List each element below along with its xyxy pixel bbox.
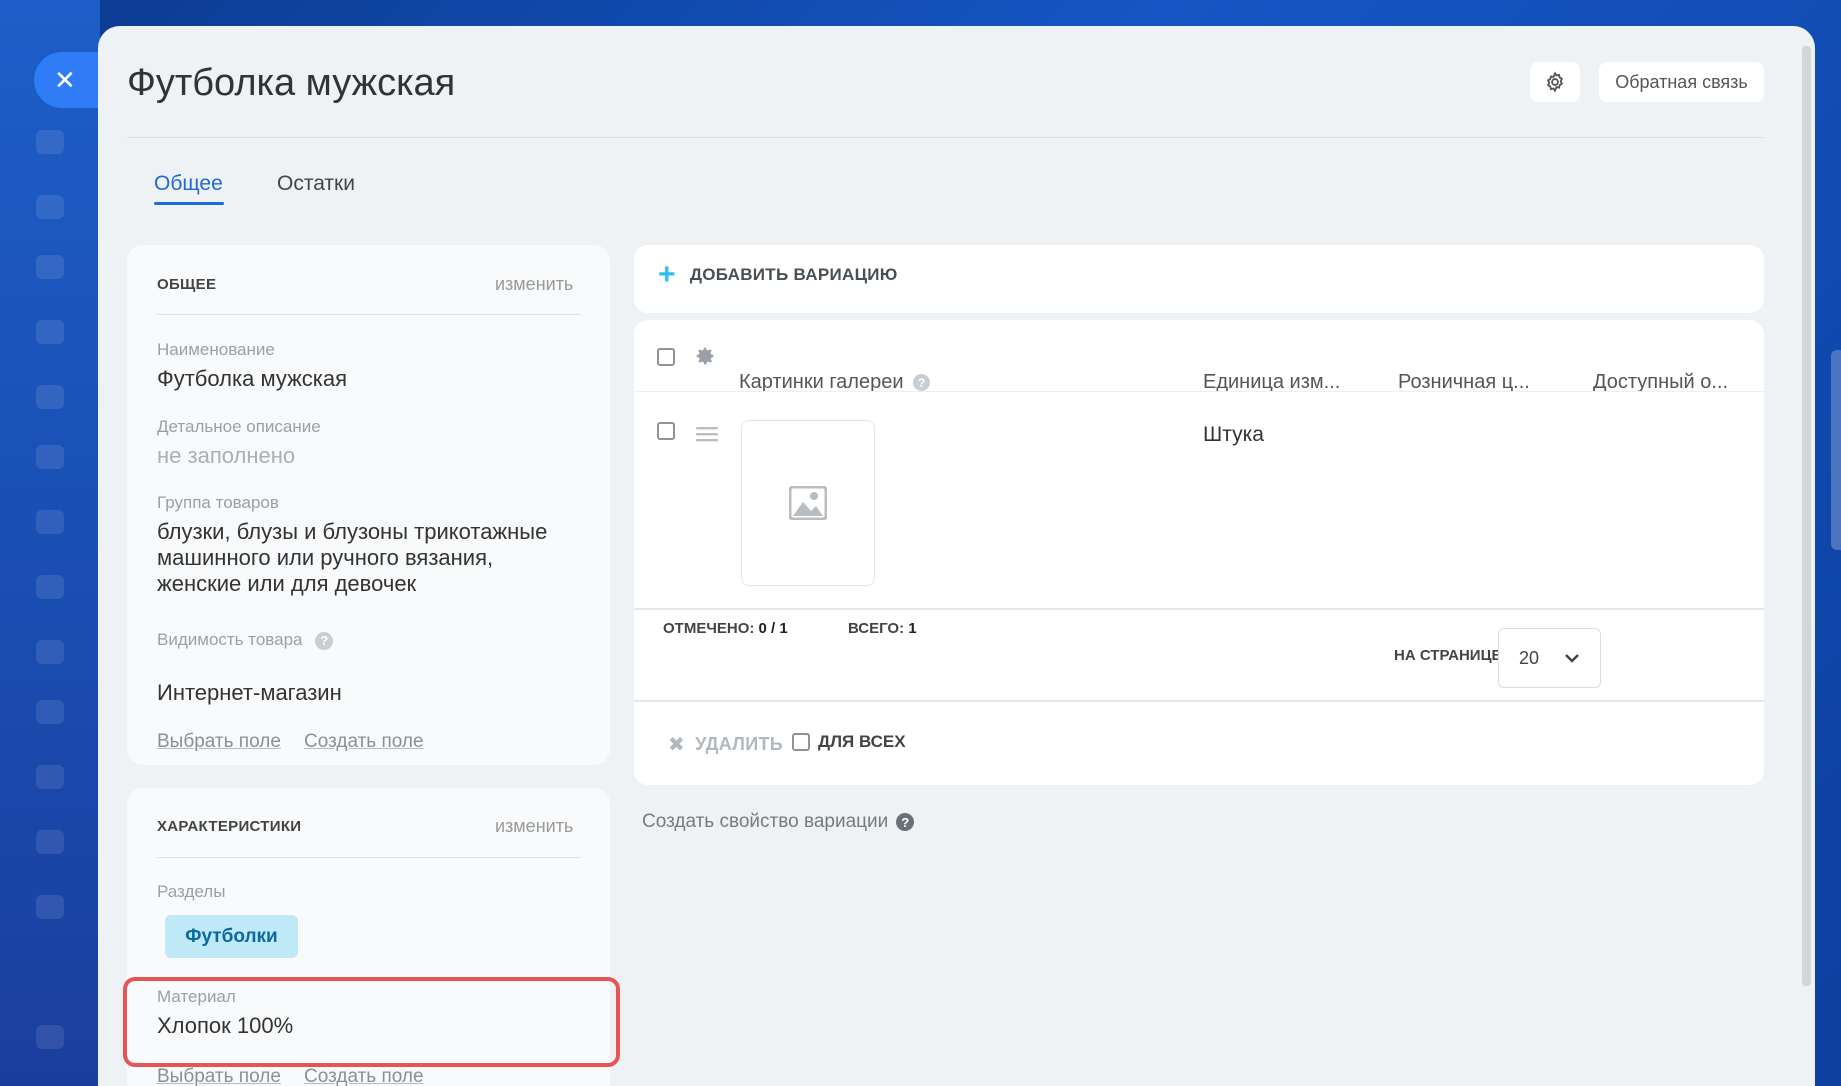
sidebar-icon [36, 385, 64, 409]
create-variation-property-label: Создать свойство вариации [642, 811, 889, 832]
marked-label: ОТМЕЧЕНО: [663, 620, 755, 637]
characteristics-change-link[interactable]: изменить [495, 816, 573, 837]
sections-label: Разделы [157, 882, 226, 901]
background-edge [1831, 350, 1841, 550]
gear-icon [1546, 71, 1564, 93]
actions-divider [634, 700, 1764, 702]
sidebar-icon [36, 640, 64, 664]
sidebar-icon [36, 255, 64, 279]
sidebar-icon [36, 320, 64, 344]
select-all-checkbox[interactable] [657, 348, 675, 366]
sidebar-icon [36, 830, 64, 854]
characteristics-heading: ХАРАКТЕРИСТИКИ [157, 818, 302, 835]
for-all-label: ДЛЯ ВСЕХ [818, 732, 906, 751]
sidebar-icon [36, 445, 64, 469]
total-label: ВСЕГО: [848, 620, 905, 637]
characteristics-create-field-link[interactable]: Создать поле [304, 1066, 424, 1086]
delete-button[interactable]: ✖ УДАЛИТЬ [668, 732, 783, 757]
per-page-value: 20 [1519, 647, 1540, 668]
marked-counter: ОТМЕЧЕНО: 0 / 1 [663, 620, 788, 637]
help-icon[interactable]: ? [315, 631, 334, 650]
panel-scrollbar[interactable] [1802, 46, 1811, 986]
name-label: Наименование [157, 340, 275, 359]
gallery-help-icon[interactable]: ? [913, 374, 931, 392]
sidebar-icon [36, 130, 64, 154]
tab-stock[interactable]: Остатки [277, 172, 355, 196]
gallery-image-placeholder[interactable] [741, 420, 875, 586]
active-tab-indicator [154, 202, 224, 205]
create-property-help-icon[interactable]: ? [896, 813, 915, 831]
sidebar-icon [36, 575, 64, 599]
material-highlight-frame [123, 977, 620, 1067]
total-counter: ВСЕГО: 1 [848, 620, 917, 637]
product-panel: Футболка мужская Обратная связь Общее Ос… [98, 26, 1815, 1086]
page-title: Футболка мужская [127, 62, 456, 104]
for-all-checkbox[interactable] [792, 733, 810, 751]
per-page-label: НА СТРАНИЦЕ: [1394, 647, 1507, 664]
tab-general[interactable]: Общее [154, 172, 223, 196]
column-settings-icon[interactable] [694, 345, 716, 367]
section-tag[interactable]: Футболки [165, 915, 298, 958]
sidebar-icon [36, 510, 64, 534]
marked-value: 0 / 1 [758, 620, 788, 637]
product-group-value: блузки, блузы и блузоны трикотажные маши… [157, 519, 548, 596]
feedback-button[interactable]: Обратная связь [1599, 62, 1764, 102]
add-variation-label: ДОБАВИТЬ ВАРИАЦИЮ [689, 265, 898, 284]
characteristics-divider [157, 857, 581, 858]
visibility-value: Интернет-магазин [157, 680, 342, 705]
background-sidebar [0, 0, 100, 1086]
close-icon: ✕ [54, 64, 76, 95]
description-label: Детальное описание [157, 417, 321, 436]
description-value: не заполнено [157, 443, 296, 468]
name-value: Футболка мужская [157, 366, 348, 391]
column-gallery-label: Картинки галереи [739, 371, 904, 393]
sidebar-icon [36, 195, 64, 219]
general-divider [157, 314, 581, 315]
visibility-label-text: Видимость товара [157, 630, 303, 649]
sidebar-icon [36, 1025, 64, 1049]
product-group-label: Группа товаров [157, 493, 279, 512]
select-field-link[interactable]: Выбрать поле [157, 731, 281, 753]
header-row-divider [634, 391, 1764, 392]
create-field-link[interactable]: Создать поле [304, 731, 424, 753]
plus-icon: + [658, 258, 676, 291]
general-heading: ОБЩЕЕ [157, 276, 217, 293]
characteristics-select-field-link[interactable]: Выбрать поле [157, 1066, 281, 1086]
visibility-label: Видимость товара ? [157, 630, 334, 650]
general-change-link[interactable]: изменить [495, 274, 573, 295]
sidebar-icon [36, 700, 64, 724]
row-checkbox[interactable] [657, 422, 675, 440]
delete-icon: ✖ [668, 734, 686, 756]
sidebar-icon [36, 895, 64, 919]
image-icon [789, 486, 827, 520]
drag-handle-icon[interactable] [696, 426, 718, 442]
total-value: 1 [908, 620, 917, 637]
sidebar-icon [36, 765, 64, 789]
create-variation-property-link[interactable]: Создать свойство вариации ? [642, 811, 915, 833]
per-page-select[interactable]: 20 [1498, 628, 1601, 688]
add-variation-button[interactable]: + ДОБАВИТЬ ВАРИАЦИЮ [658, 258, 898, 291]
for-all-toggle[interactable]: ДЛЯ ВСЕХ [792, 732, 906, 752]
row-unit-value: Штука [1203, 423, 1264, 446]
grid-footer-divider [634, 608, 1764, 610]
delete-label: УДАЛИТЬ [695, 734, 783, 754]
settings-button[interactable] [1530, 62, 1580, 102]
chevron-down-icon [1565, 654, 1579, 663]
header-divider [127, 137, 1764, 138]
